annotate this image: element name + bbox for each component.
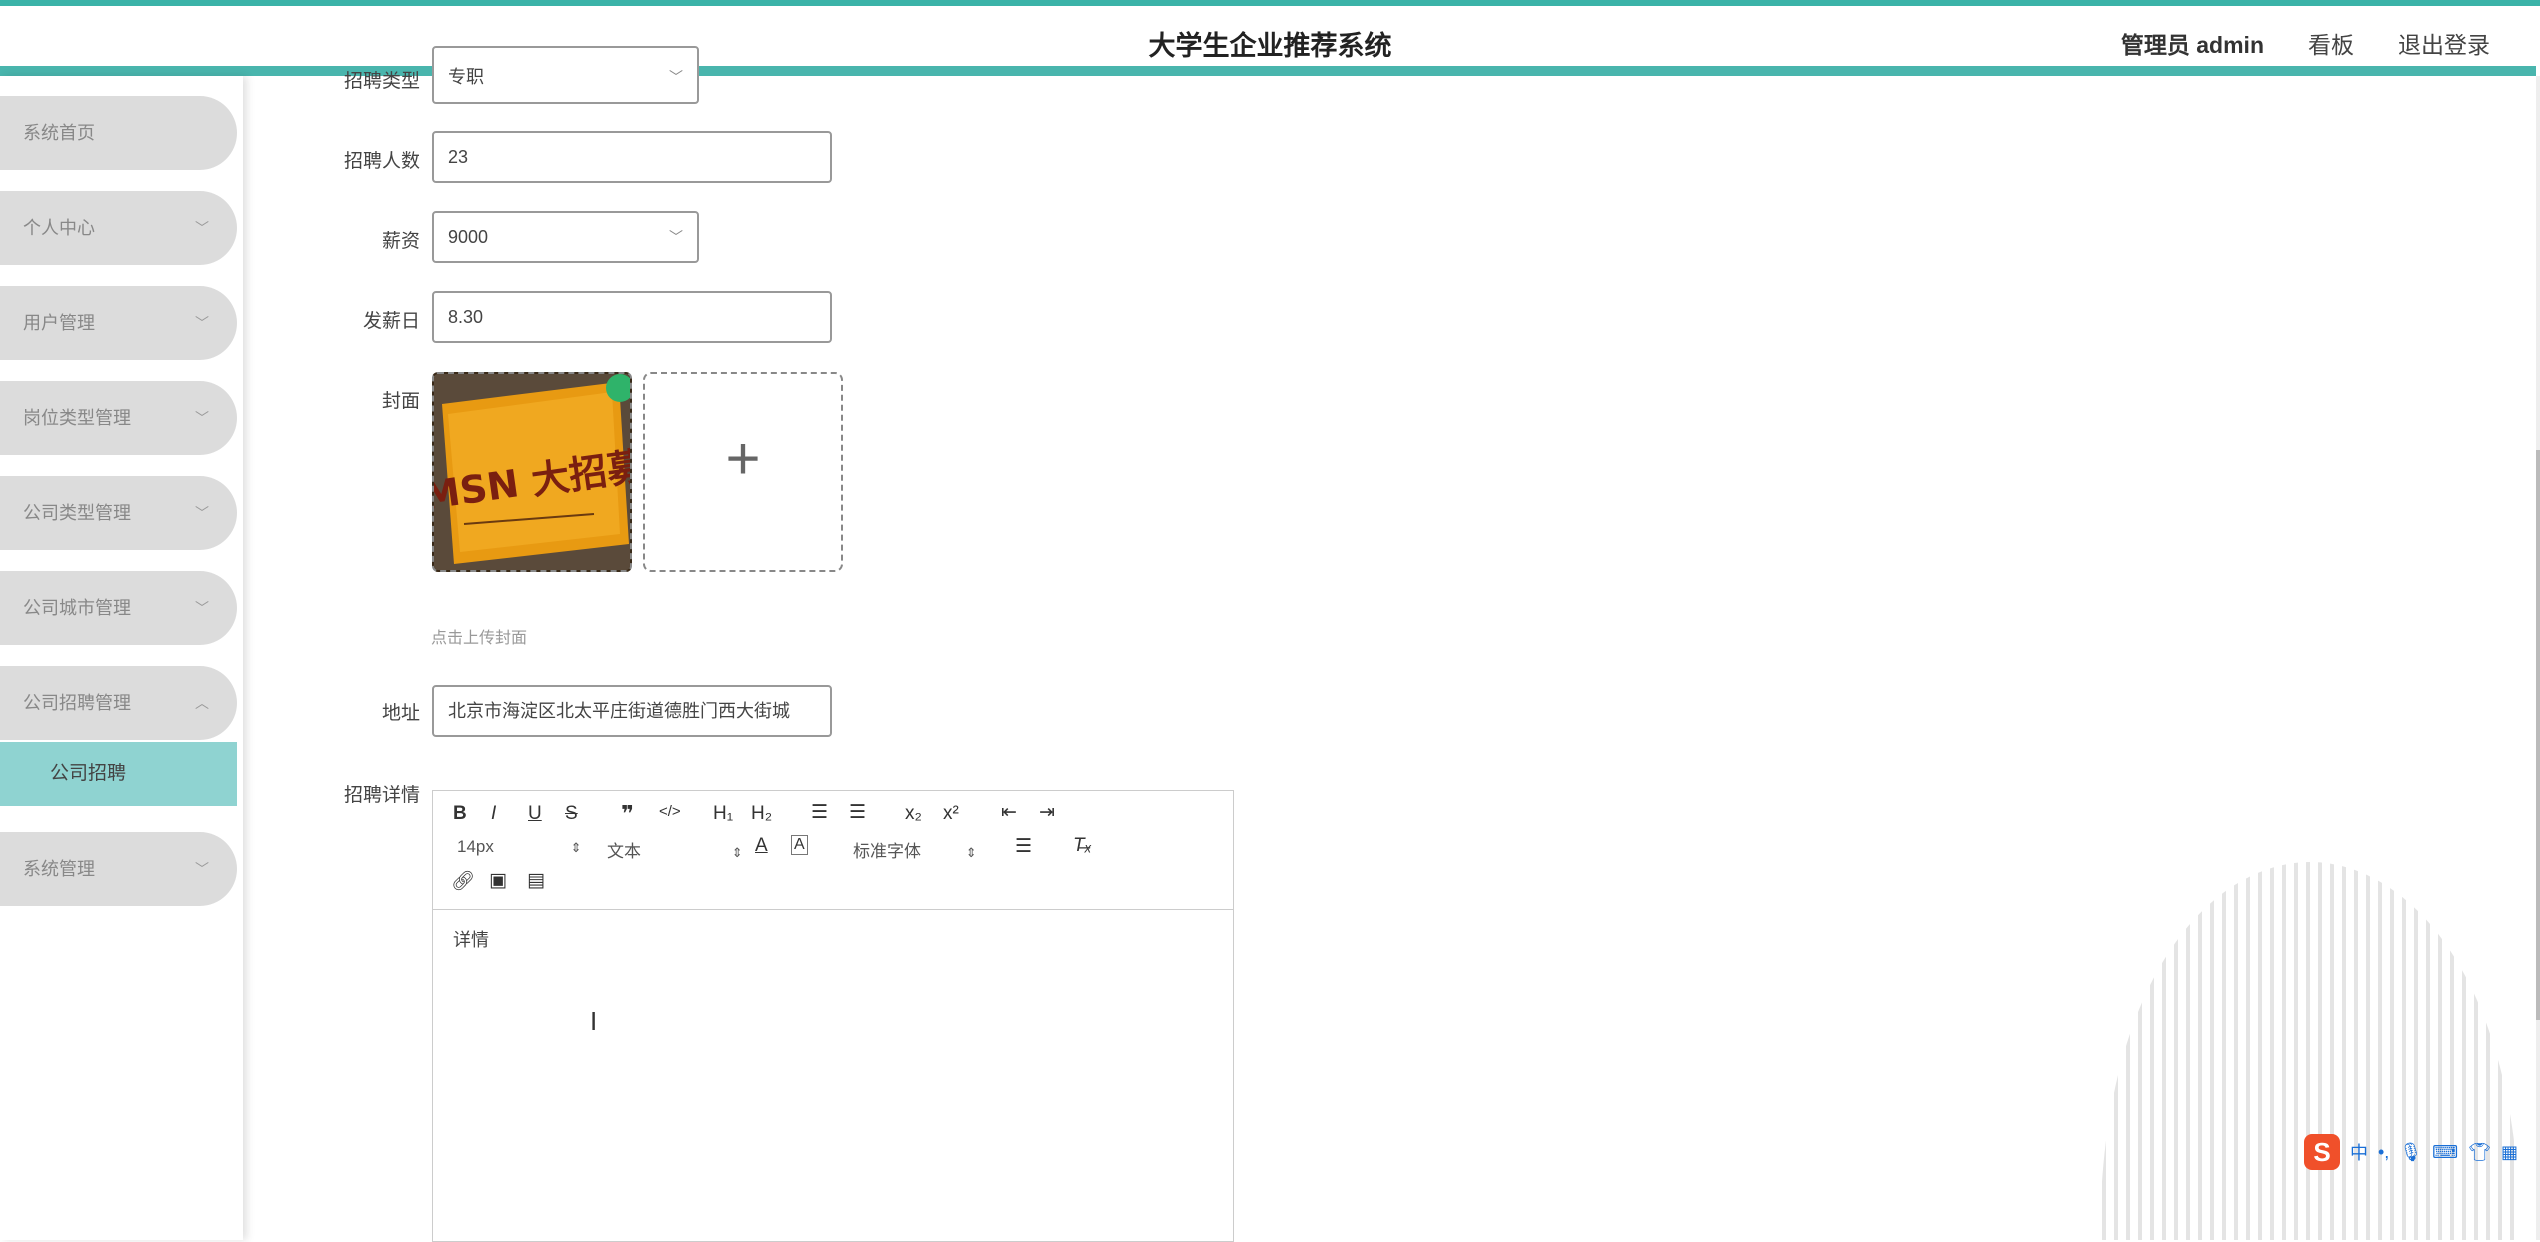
blockquote-icon[interactable]: ❞ (621, 801, 634, 827)
address-input[interactable]: 北京市海淀区北太平庄街道德胜门西大街城 (432, 685, 832, 737)
chevron-down-icon: ﹀ (195, 600, 209, 616)
subscript-icon[interactable]: x₂ (905, 803, 922, 825)
salary-select[interactable]: 9000 ﹀ (432, 211, 699, 263)
job-type-value: 专职 (448, 67, 484, 87)
select-arrows-icon: ⇕ (570, 840, 582, 855)
code-icon[interactable]: </> (659, 803, 681, 820)
payday-label: 发薪日 (362, 311, 420, 332)
ordered-list-icon[interactable]: ☰ (811, 801, 828, 824)
chevron-down-icon: ﹀ (669, 229, 683, 245)
underline-icon[interactable]: U (528, 803, 542, 825)
chevron-down-icon: ﹀ (669, 69, 683, 85)
font-size-select[interactable]: 14px ⇕ (457, 837, 582, 857)
dashboard-link[interactable]: 看板 (2308, 26, 2354, 60)
chevron-up-icon: ︿ (195, 695, 209, 711)
clear-format-icon[interactable]: T̶ₓ (1073, 835, 1092, 857)
punctuation-icon[interactable]: •, (2378, 1142, 2389, 1163)
microphone-icon[interactable]: 🎙︎ (2399, 1142, 2422, 1163)
strikethrough-icon[interactable]: S (565, 803, 578, 825)
align-icon[interactable]: ☰ (1015, 835, 1032, 858)
cover-image-graphic: MSN 大招募 (434, 374, 630, 570)
ime-language[interactable]: 中 (2350, 1139, 2368, 1165)
heading1-icon[interactable]: H₁ (713, 803, 733, 825)
image-icon[interactable]: ▣ (489, 869, 507, 892)
job-type-label: 招聘类型 (343, 71, 420, 92)
sidebar: 系统首页 个人中心 ﹀ 用户管理 ﹀ 岗位类型管理 ﹀ 公司类型管理 ﹀ 公司城市管理 ﹀… (0, 76, 243, 1240)
payday-input[interactable]: 8.30 (432, 291, 832, 343)
sidebar-item-profile[interactable]: 个人中心 ﹀ (0, 191, 237, 265)
font-size-value: 14px (457, 837, 494, 856)
sidebar-item-company-types[interactable]: 公司类型管理 ﹀ (0, 476, 237, 550)
select-arrows-icon: ⇕ (731, 845, 743, 860)
superscript-icon[interactable]: x² (943, 803, 959, 825)
cover-label: 封面 (381, 391, 420, 412)
cover-image[interactable]: MSN 大招募 (432, 372, 632, 572)
apps-icon[interactable]: ▦ (2501, 1142, 2518, 1163)
hire-count-label: 招聘人数 (343, 151, 420, 172)
indent-icon[interactable]: ⇥ (1039, 801, 1055, 824)
salary-value: 9000 (448, 227, 489, 247)
outdent-icon[interactable]: ⇤ (1001, 801, 1017, 824)
bold-icon[interactable]: B (453, 803, 467, 825)
sidebar-item-label: 用户管理 (23, 313, 95, 333)
chevron-down-icon: ﹀ (195, 861, 209, 877)
sidebar-item-users[interactable]: 用户管理 ﹀ (0, 286, 237, 360)
font-family-value: 标准字体 (853, 842, 921, 861)
block-type-value: 文本 (607, 842, 641, 861)
sidebar-item-label: 岗位类型管理 (23, 408, 131, 428)
sidebar-item-system[interactable]: 系统管理 ﹀ (0, 832, 237, 906)
font-color-icon[interactable]: A (755, 835, 768, 857)
salary-label: 薪资 (381, 231, 420, 252)
rich-text-editor: B I U S ❞ </> H₁ H₂ ☰ ☰ x₂ x² ⇤ ⇥ 14px ⇕… (432, 790, 1234, 1242)
block-type-select[interactable]: 文本 ⇕ (607, 837, 743, 862)
plus-icon: + (725, 425, 761, 492)
editor-content[interactable]: 详情 (453, 926, 489, 952)
chevron-down-icon: ﹀ (195, 220, 209, 236)
detail-label: 招聘详情 (343, 785, 420, 806)
job-type-select[interactable]: 专职 ﹀ (432, 46, 699, 104)
sidebar-item-company-cities[interactable]: 公司城市管理 ﹀ (0, 571, 237, 645)
sidebar-item-job-types[interactable]: 岗位类型管理 ﹀ (0, 381, 237, 455)
background-color-icon[interactable]: A (791, 835, 808, 855)
sidebar-item-label: 系统首页 (23, 123, 95, 143)
logout-link[interactable]: 退出登录 (2398, 26, 2490, 60)
admin-user-label: 管理员 admin (2120, 32, 2264, 58)
bullet-list-icon[interactable]: ☰ (849, 801, 866, 824)
sidebar-item-label: 个人中心 (23, 218, 95, 238)
top-header: 大学生企业推荐系统 管理员 admin 看板 退出登录 (0, 6, 2540, 72)
font-family-select[interactable]: 标准字体 ⇕ (853, 837, 977, 862)
upload-cover-button[interactable]: + (643, 372, 843, 572)
chevron-down-icon: ﹀ (195, 315, 209, 331)
background-decoration (2100, 862, 2520, 1240)
chevron-down-icon: ﹀ (195, 505, 209, 521)
ime-toolbar: S 中 •, 🎙︎ ⌨︎ 👕︎ ▦ (2304, 1132, 2540, 1172)
sidebar-item-label: 系统管理 (23, 859, 95, 879)
keyboard-icon[interactable]: ⌨︎ (2432, 1142, 2458, 1163)
heading2-icon[interactable]: H₂ (751, 803, 772, 825)
scrollbar-thumb[interactable] (2536, 450, 2540, 1020)
sidebar-subitem-recruitment[interactable]: 公司招聘 (0, 742, 237, 806)
upload-tip: 点击上传封面 (431, 630, 528, 647)
text-cursor-icon: I (590, 1006, 598, 1036)
chevron-down-icon: ﹀ (195, 410, 209, 426)
sidebar-item-label: 公司类型管理 (23, 503, 131, 523)
video-icon[interactable]: ▤ (527, 869, 545, 892)
sidebar-item-label: 公司招聘管理 (23, 693, 131, 713)
italic-icon[interactable]: I (491, 803, 496, 825)
link-icon[interactable]: 🔗︎ (451, 869, 475, 893)
sidebar-item-label: 公司城市管理 (23, 598, 131, 618)
header-actions: 管理员 admin 看板 退出登录 (2121, 26, 2490, 60)
skin-icon[interactable]: 👕︎ (2468, 1142, 2491, 1163)
address-label: 地址 (381, 703, 420, 724)
select-arrows-icon: ⇕ (965, 845, 977, 860)
sidebar-item-home[interactable]: 系统首页 (0, 96, 237, 170)
hire-count-input[interactable]: 23 (432, 131, 832, 183)
sidebar-item-recruitment[interactable]: 公司招聘管理 ︿ (0, 666, 237, 740)
sogou-logo-icon: S (2304, 1134, 2340, 1170)
editor-toolbar: B I U S ❞ </> H₁ H₂ ☰ ☰ x₂ x² ⇤ ⇥ 14px ⇕… (433, 791, 1233, 910)
